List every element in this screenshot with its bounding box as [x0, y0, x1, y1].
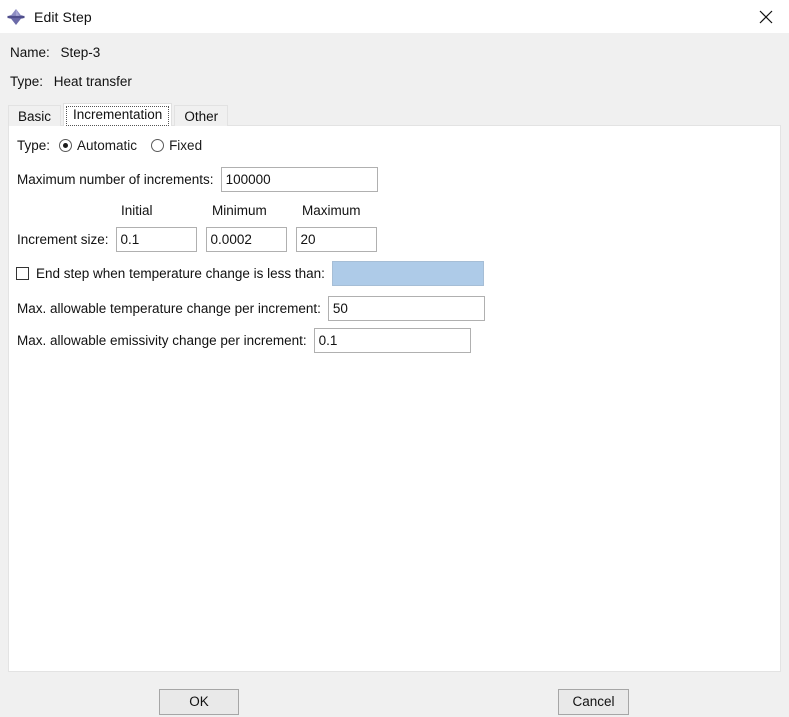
tab-basic[interactable]: Basic	[8, 105, 62, 126]
column-header-initial: Initial	[121, 203, 153, 218]
abaqus-step-icon	[6, 7, 26, 27]
step-type-label: Type:	[10, 74, 44, 89]
radio-automatic-indicator	[59, 139, 73, 152]
tab-incrementation-label: Incrementation	[73, 107, 163, 122]
window-titlebar: Edit Step	[0, 0, 789, 33]
radio-fixed[interactable]: Fixed	[151, 138, 202, 153]
tab-incrementation[interactable]: Incrementation	[63, 103, 173, 126]
radio-fixed-indicator	[151, 139, 165, 152]
tab-other[interactable]: Other	[174, 105, 229, 126]
step-name-value: Step-3	[60, 45, 101, 60]
max-increments-row: Maximum number of increments:	[17, 167, 378, 192]
max-emissivity-change-row: Max. allowable emissivity change per inc…	[17, 328, 471, 353]
max-temp-change-row: Max. allowable temperature change per in…	[17, 296, 485, 321]
max-emissivity-change-input[interactable]	[313, 328, 471, 353]
end-step-checkbox[interactable]	[16, 267, 29, 280]
max-increments-input[interactable]	[220, 167, 378, 192]
end-step-label: End step when temperature change is less…	[36, 266, 325, 281]
window-title: Edit Step	[34, 8, 92, 25]
end-step-input	[331, 261, 484, 286]
max-increments-label: Maximum number of increments:	[17, 172, 214, 187]
increment-size-minimum-input[interactable]	[205, 227, 287, 252]
ok-button[interactable]: OK	[159, 689, 239, 715]
column-header-minimum: Minimum	[212, 203, 267, 218]
end-step-row: End step when temperature change is less…	[16, 261, 484, 286]
column-header-maximum: Maximum	[302, 203, 361, 218]
radio-automatic[interactable]: Automatic	[59, 138, 137, 153]
radio-fixed-label: Fixed	[169, 138, 203, 153]
step-name-row: Name: Step-3	[10, 45, 100, 60]
incrementation-panel: Type: Automatic Fixed Maximum number of …	[8, 125, 781, 672]
cancel-button[interactable]: Cancel	[558, 689, 629, 715]
max-temp-change-label: Max. allowable temperature change per in…	[17, 301, 321, 316]
max-temp-change-input[interactable]	[327, 296, 485, 321]
increment-size-maximum-input[interactable]	[295, 227, 377, 252]
step-name-label: Name:	[10, 45, 50, 60]
tab-other-label: Other	[184, 109, 219, 124]
increment-type-row: Type: Automatic Fixed	[17, 138, 202, 153]
increment-size-row: Increment size:	[17, 227, 377, 252]
step-type-row: Type: Heat transfer	[10, 74, 132, 89]
max-emissivity-change-label: Max. allowable emissivity change per inc…	[17, 333, 307, 348]
increment-type-label: Type:	[17, 138, 51, 153]
increment-size-label: Increment size:	[17, 232, 109, 247]
radio-automatic-label: Automatic	[77, 138, 138, 153]
tab-basic-label: Basic	[18, 109, 52, 124]
increment-size-initial-input[interactable]	[115, 227, 197, 252]
tab-strip: Basic Incrementation Other	[8, 103, 230, 126]
close-icon[interactable]	[743, 0, 789, 33]
step-type-value: Heat transfer	[53, 74, 132, 89]
